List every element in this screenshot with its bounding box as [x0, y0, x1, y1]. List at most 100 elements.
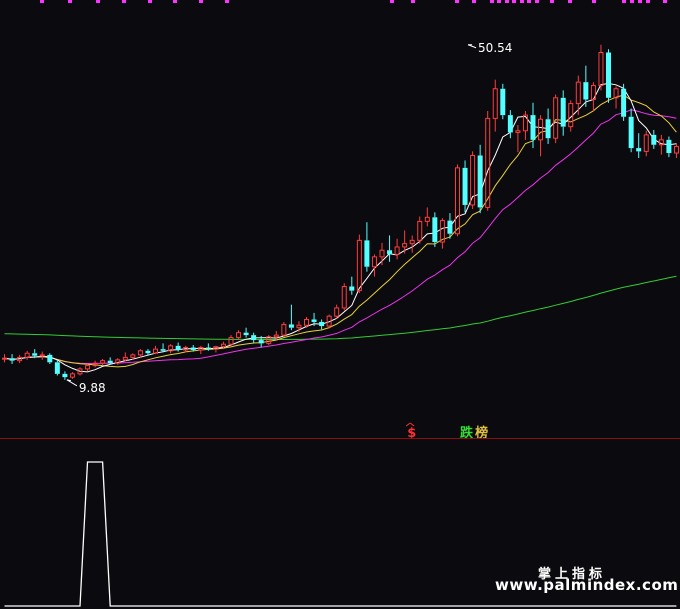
- candle-body: [583, 82, 589, 100]
- candle-body: [447, 220, 453, 234]
- top-tick: [638, 0, 642, 3]
- candle: [673, 143, 679, 158]
- ma-line-short: [4, 82, 677, 373]
- candle-body: [364, 240, 370, 267]
- ma-line-long: [4, 109, 677, 364]
- candle: [228, 335, 234, 346]
- top-tick: [173, 0, 177, 3]
- top-tick: [592, 0, 596, 3]
- low-label: 9.88: [79, 381, 106, 395]
- candle: [198, 345, 204, 355]
- top-tick: [497, 0, 501, 3]
- candle: [500, 83, 506, 120]
- candle: [651, 129, 657, 149]
- candle-body: [2, 357, 7, 360]
- candle-body: [402, 243, 408, 248]
- candle-body: [160, 349, 166, 351]
- candle: [100, 359, 106, 366]
- candle: [236, 330, 242, 341]
- candle-body: [341, 286, 347, 309]
- candle-body: [258, 340, 264, 344]
- candle-body: [130, 354, 136, 358]
- candle-body: [598, 51, 604, 86]
- candle-body: [137, 350, 143, 356]
- candle-body: [107, 360, 113, 364]
- candle: [545, 108, 551, 144]
- candle: [122, 352, 128, 362]
- candle-body: [515, 130, 521, 133]
- candle: [560, 90, 566, 136]
- candle: [85, 363, 91, 372]
- candle: [621, 83, 627, 121]
- top-tick: [490, 0, 494, 3]
- ma-lines-layer: [4, 82, 677, 373]
- candle: [553, 94, 559, 144]
- candle: [666, 136, 672, 158]
- candle: [424, 207, 430, 227]
- candle-body: [666, 139, 672, 154]
- candle-body: [387, 250, 393, 255]
- low-pointer: [66, 379, 78, 387]
- candle-body: [424, 216, 430, 222]
- watermark-url: www.palmindex.com: [495, 576, 679, 594]
- candle: [538, 115, 544, 157]
- candle: [243, 327, 249, 338]
- candle: [213, 345, 219, 353]
- candle-body: [115, 359, 121, 364]
- candle-body: [273, 334, 279, 338]
- candle-body: [500, 88, 506, 116]
- candle: [251, 332, 257, 344]
- candle-body: [530, 115, 536, 140]
- ma-line-very-long: [4, 275, 677, 340]
- candle-body: [100, 360, 106, 364]
- candle-body: [628, 116, 634, 149]
- candle-body: [651, 134, 657, 145]
- candle-body: [228, 337, 234, 345]
- candle-body: [462, 167, 468, 205]
- candle-body: [485, 117, 491, 208]
- candle-body: [432, 217, 438, 243]
- top-tick: [411, 0, 415, 3]
- candle: [115, 358, 121, 365]
- candle: [2, 354, 7, 363]
- candle: [319, 319, 325, 330]
- chart-root: 50.54 9.88 $ 跌榜 掌上指标 www.palmindex.com: [0, 0, 680, 609]
- candle: [62, 371, 68, 380]
- candle-body: [281, 323, 287, 336]
- top-tick: [527, 0, 531, 3]
- candle: [356, 234, 362, 294]
- candle: [69, 372, 75, 379]
- candle: [613, 86, 619, 109]
- candle: [387, 235, 393, 262]
- candle-body: [371, 256, 377, 268]
- candle-body: [236, 332, 242, 339]
- candle: [492, 79, 498, 132]
- candle: [628, 108, 634, 153]
- top-tick: [505, 0, 509, 3]
- candle-body: [379, 249, 385, 258]
- top-tick: [646, 0, 650, 3]
- candle: [137, 349, 143, 358]
- candle-body: [621, 88, 627, 117]
- candle: [477, 144, 483, 214]
- candle-body: [349, 286, 355, 291]
- stock-chart: 50.549.88 $ 跌榜: [0, 0, 680, 607]
- candle-body: [251, 335, 257, 341]
- candle: [107, 357, 113, 364]
- top-tick: [550, 0, 554, 3]
- candle: [606, 49, 611, 103]
- candle-body: [311, 319, 317, 322]
- candle: [583, 65, 589, 107]
- candle-body: [24, 352, 30, 358]
- candle: [643, 130, 649, 157]
- candle-body: [69, 373, 75, 378]
- candle: [522, 111, 528, 140]
- candle-body: [538, 118, 544, 141]
- candle: [54, 359, 60, 376]
- candle: [153, 345, 158, 355]
- candle-body: [296, 324, 302, 329]
- top-tick: [96, 0, 100, 3]
- candle-body: [636, 148, 642, 152]
- candle-body: [545, 119, 551, 139]
- candle-body: [62, 373, 68, 378]
